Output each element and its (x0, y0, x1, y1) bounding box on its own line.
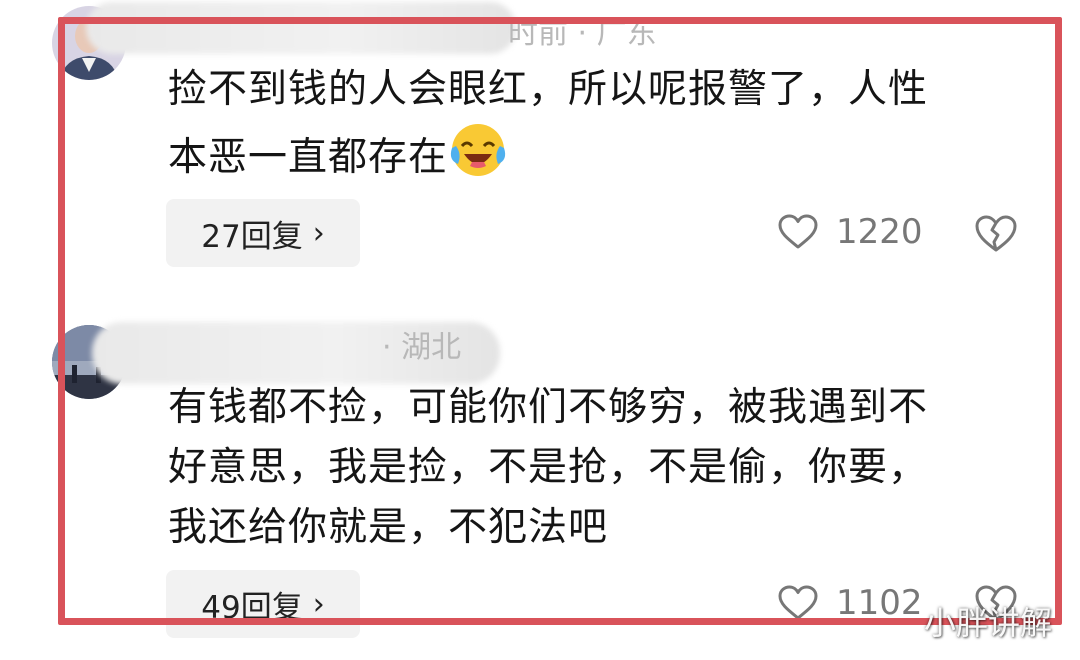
chevron-right-icon: › (312, 215, 325, 251)
reply-count-label: 49回复 (201, 589, 303, 626)
heart-icon (778, 214, 818, 249)
view-replies-button[interactable]: 49回复 › (166, 570, 360, 638)
chevron-right-icon: › (312, 586, 325, 622)
like-button[interactable]: 1220 (778, 212, 923, 252)
like-count: 1102 (836, 583, 923, 623)
comment-text: 有钱都不捡，可能你们不够穷，被我遇到不 好意思，我是捡，不是抢，不是偷，你要， … (168, 378, 1028, 558)
watermark: 小胖讲解 (924, 604, 1053, 642)
comment-meta: · 湖北 (382, 330, 462, 365)
reply-count-label: 27回复 (201, 218, 303, 255)
heart-icon (778, 585, 818, 620)
broken-heart-icon (975, 215, 1017, 252)
redacted-username (86, 2, 516, 54)
comment-text-span: 本恶一直都存在 (168, 135, 449, 180)
comment-text-line: 捡不到钱的人会眼红，所以呢报警了，人性 (168, 67, 929, 112)
comment-text-line: 本恶一直都存在 (168, 120, 1028, 188)
comment-text-line: 好意思，我是捡，不是抢，不是偷，你要， (168, 445, 929, 490)
like-button[interactable]: 1102 (778, 583, 923, 623)
comment-text-line: 有钱都不捡，可能你们不够穷，被我遇到不 (168, 385, 929, 430)
comment-text: 捡不到钱的人会眼红，所以呢报警了，人性 本恶一直都存在 (168, 60, 1028, 188)
dislike-button[interactable] (974, 214, 1018, 258)
like-count: 1220 (836, 212, 923, 252)
comment-meta: 时前 · 广东 (508, 16, 657, 51)
laughing-crying-emoji-icon (450, 124, 506, 176)
view-replies-button[interactable]: 27回复 › (166, 199, 360, 267)
comment-text-line: 我还给你就是，不犯法吧 (168, 505, 609, 550)
